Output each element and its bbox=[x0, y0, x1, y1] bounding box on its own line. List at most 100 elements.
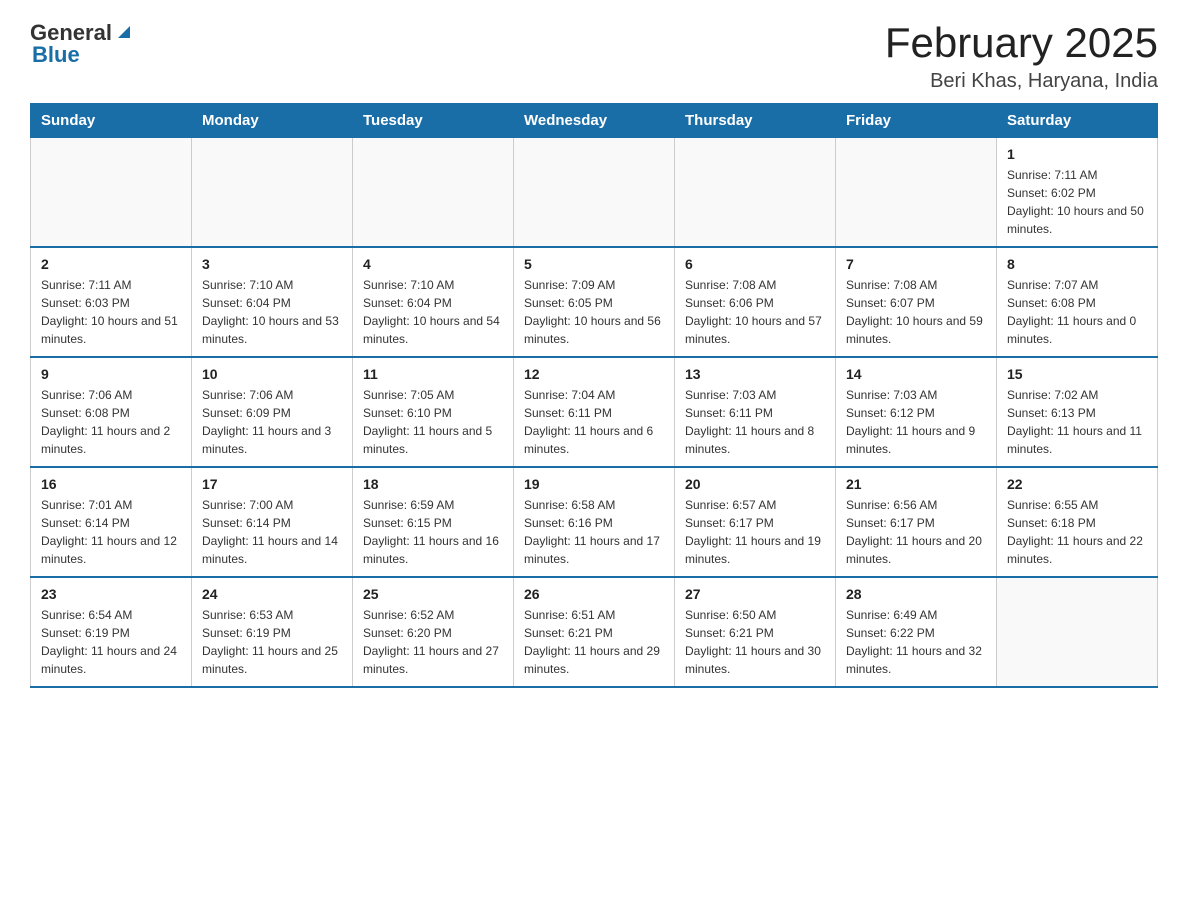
calendar-cell: 23 Sunrise: 6:54 AMSunset: 6:19 PMDayligh… bbox=[31, 577, 192, 687]
day-number: 20 bbox=[685, 476, 825, 492]
page-header: General Blue February 2025 Beri Khas, Ha… bbox=[30, 20, 1158, 93]
calendar-cell: 11 Sunrise: 7:05 AMSunset: 6:10 PMDayligh… bbox=[353, 357, 514, 467]
calendar-cell: 25 Sunrise: 6:52 AMSunset: 6:20 PMDayligh… bbox=[353, 577, 514, 687]
calendar-header: SundayMondayTuesdayWednesdayThursdayFrid… bbox=[31, 104, 1158, 138]
day-info: Sunrise: 7:05 AMSunset: 6:10 PMDaylight:… bbox=[363, 386, 503, 458]
day-info: Sunrise: 7:04 AMSunset: 6:11 PMDaylight:… bbox=[524, 386, 664, 458]
day-info: Sunrise: 7:06 AMSunset: 6:08 PMDaylight:… bbox=[41, 386, 181, 458]
logo-blue-label: Blue bbox=[32, 42, 80, 68]
week-row-3: 9 Sunrise: 7:06 AMSunset: 6:08 PMDaylight… bbox=[31, 357, 1158, 467]
calendar-cell: 21Sunrise: 6:56 AMSunset: 6:17 PMDayligh… bbox=[836, 467, 997, 577]
day-number: 11 bbox=[363, 366, 503, 382]
calendar-cell: 26 Sunrise: 6:51 AMSunset: 6:21 PMDayligh… bbox=[514, 577, 675, 687]
day-number: 12 bbox=[524, 366, 664, 382]
calendar-cell bbox=[514, 138, 675, 248]
day-info: Sunrise: 6:58 AMSunset: 6:16 PMDaylight:… bbox=[524, 496, 664, 568]
day-number: 4 bbox=[363, 256, 503, 272]
calendar-cell: 3 Sunrise: 7:10 AMSunset: 6:04 PMDaylight… bbox=[192, 247, 353, 357]
calendar-cell bbox=[675, 138, 836, 248]
day-number: 10 bbox=[202, 366, 342, 382]
week-row-5: 23 Sunrise: 6:54 AMSunset: 6:19 PMDayligh… bbox=[31, 577, 1158, 687]
calendar-cell bbox=[836, 138, 997, 248]
day-info: Sunrise: 7:00 AMSunset: 6:14 PMDaylight:… bbox=[202, 496, 342, 568]
day-info: Sunrise: 6:50 AMSunset: 6:21 PMDaylight:… bbox=[685, 606, 825, 678]
day-info: Sunrise: 7:08 AMSunset: 6:06 PMDaylight:… bbox=[685, 276, 825, 348]
calendar-cell: 28 Sunrise: 6:49 AMSunset: 6:22 PMDayligh… bbox=[836, 577, 997, 687]
calendar-cell: 24Sunrise: 6:53 AMSunset: 6:19 PMDayligh… bbox=[192, 577, 353, 687]
calendar-cell: 22 Sunrise: 6:55 AMSunset: 6:18 PMDayligh… bbox=[997, 467, 1158, 577]
weekday-header-row: SundayMondayTuesdayWednesdayThursdayFrid… bbox=[31, 104, 1158, 138]
day-info: Sunrise: 6:54 AMSunset: 6:19 PMDaylight:… bbox=[41, 606, 181, 678]
calendar-cell: 14 Sunrise: 7:03 AMSunset: 6:12 PMDayligh… bbox=[836, 357, 997, 467]
day-number: 8 bbox=[1007, 256, 1147, 272]
day-info: Sunrise: 6:49 AMSunset: 6:22 PMDaylight:… bbox=[846, 606, 986, 678]
calendar-cell: 4 Sunrise: 7:10 AMSunset: 6:04 PMDaylight… bbox=[353, 247, 514, 357]
day-number: 19 bbox=[524, 476, 664, 492]
day-info: Sunrise: 7:03 AMSunset: 6:11 PMDaylight:… bbox=[685, 386, 825, 458]
day-info: Sunrise: 7:10 AMSunset: 6:04 PMDaylight:… bbox=[202, 276, 342, 348]
day-number: 1 bbox=[1007, 146, 1147, 162]
calendar-cell bbox=[192, 138, 353, 248]
calendar-cell bbox=[31, 138, 192, 248]
calendar-cell: 19 Sunrise: 6:58 AMSunset: 6:16 PMDayligh… bbox=[514, 467, 675, 577]
day-info: Sunrise: 6:55 AMSunset: 6:18 PMDaylight:… bbox=[1007, 496, 1147, 568]
weekday-header-sunday: Sunday bbox=[31, 104, 192, 138]
day-info: Sunrise: 7:08 AMSunset: 6:07 PMDaylight:… bbox=[846, 276, 986, 348]
day-number: 26 bbox=[524, 586, 664, 602]
calendar-cell bbox=[353, 138, 514, 248]
day-info: Sunrise: 6:52 AMSunset: 6:20 PMDaylight:… bbox=[363, 606, 503, 678]
day-number: 14 bbox=[846, 366, 986, 382]
day-number: 25 bbox=[363, 586, 503, 602]
day-info: Sunrise: 6:56 AMSunset: 6:17 PMDaylight:… bbox=[846, 496, 986, 568]
calendar-cell: 10 Sunrise: 7:06 AMSunset: 6:09 PMDayligh… bbox=[192, 357, 353, 467]
day-number: 3 bbox=[202, 256, 342, 272]
day-info: Sunrise: 7:03 AMSunset: 6:12 PMDaylight:… bbox=[846, 386, 986, 458]
day-info: Sunrise: 7:01 AMSunset: 6:14 PMDaylight:… bbox=[41, 496, 181, 568]
calendar-cell: 7Sunrise: 7:08 AMSunset: 6:07 PMDaylight… bbox=[836, 247, 997, 357]
day-number: 5 bbox=[524, 256, 664, 272]
day-info: Sunrise: 7:10 AMSunset: 6:04 PMDaylight:… bbox=[363, 276, 503, 348]
calendar-cell: 20 Sunrise: 6:57 AMSunset: 6:17 PMDayligh… bbox=[675, 467, 836, 577]
week-row-1: 1 Sunrise: 7:11 AMSunset: 6:02 PMDaylight… bbox=[31, 138, 1158, 248]
calendar-cell: 13 Sunrise: 7:03 AMSunset: 6:11 PMDayligh… bbox=[675, 357, 836, 467]
day-number: 2 bbox=[41, 256, 181, 272]
day-number: 23 bbox=[41, 586, 181, 602]
day-number: 28 bbox=[846, 586, 986, 602]
day-number: 22 bbox=[1007, 476, 1147, 492]
page-title: February 2025 bbox=[885, 20, 1158, 66]
day-number: 17 bbox=[202, 476, 342, 492]
week-row-4: 16 Sunrise: 7:01 AMSunset: 6:14 PMDayligh… bbox=[31, 467, 1158, 577]
day-info: Sunrise: 7:11 AMSunset: 6:02 PMDaylight:… bbox=[1007, 166, 1147, 238]
calendar-cell: 27 Sunrise: 6:50 AMSunset: 6:21 PMDayligh… bbox=[675, 577, 836, 687]
weekday-header-friday: Friday bbox=[836, 104, 997, 138]
calendar-cell: 17 Sunrise: 7:00 AMSunset: 6:14 PMDayligh… bbox=[192, 467, 353, 577]
weekday-header-tuesday: Tuesday bbox=[353, 104, 514, 138]
calendar-cell: 8 Sunrise: 7:07 AMSunset: 6:08 PMDaylight… bbox=[997, 247, 1158, 357]
page-subtitle: Beri Khas, Haryana, India bbox=[885, 70, 1158, 93]
title-block: February 2025 Beri Khas, Haryana, India bbox=[885, 20, 1158, 93]
day-number: 15 bbox=[1007, 366, 1147, 382]
day-number: 6 bbox=[685, 256, 825, 272]
day-number: 9 bbox=[41, 366, 181, 382]
day-info: Sunrise: 6:59 AMSunset: 6:15 PMDaylight:… bbox=[363, 496, 503, 568]
day-info: Sunrise: 6:57 AMSunset: 6:17 PMDaylight:… bbox=[685, 496, 825, 568]
day-number: 24 bbox=[202, 586, 342, 602]
day-info: Sunrise: 7:09 AMSunset: 6:05 PMDaylight:… bbox=[524, 276, 664, 348]
day-number: 16 bbox=[41, 476, 181, 492]
weekday-header-monday: Monday bbox=[192, 104, 353, 138]
logo-triangle-icon bbox=[114, 20, 134, 40]
calendar-cell: 6 Sunrise: 7:08 AMSunset: 6:06 PMDaylight… bbox=[675, 247, 836, 357]
calendar-cell: 9 Sunrise: 7:06 AMSunset: 6:08 PMDaylight… bbox=[31, 357, 192, 467]
week-row-2: 2Sunrise: 7:11 AMSunset: 6:03 PMDaylight… bbox=[31, 247, 1158, 357]
day-info: Sunrise: 7:06 AMSunset: 6:09 PMDaylight:… bbox=[202, 386, 342, 458]
calendar-body: 1 Sunrise: 7:11 AMSunset: 6:02 PMDaylight… bbox=[31, 138, 1158, 688]
day-info: Sunrise: 7:02 AMSunset: 6:13 PMDaylight:… bbox=[1007, 386, 1147, 458]
day-number: 13 bbox=[685, 366, 825, 382]
logo: General Blue bbox=[30, 20, 134, 68]
day-number: 27 bbox=[685, 586, 825, 602]
calendar-cell: 12 Sunrise: 7:04 AMSunset: 6:11 PMDayligh… bbox=[514, 357, 675, 467]
calendar-cell: 1 Sunrise: 7:11 AMSunset: 6:02 PMDaylight… bbox=[997, 138, 1158, 248]
day-info: Sunrise: 6:51 AMSunset: 6:21 PMDaylight:… bbox=[524, 606, 664, 678]
day-info: Sunrise: 7:07 AMSunset: 6:08 PMDaylight:… bbox=[1007, 276, 1147, 348]
day-number: 18 bbox=[363, 476, 503, 492]
